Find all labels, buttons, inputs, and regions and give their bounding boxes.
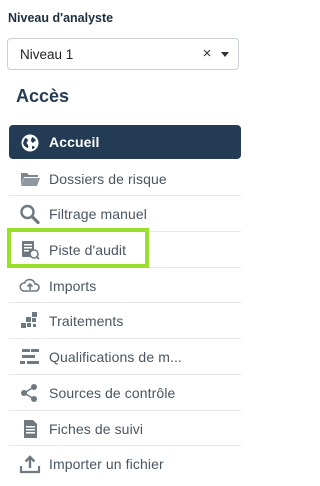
magnifier-icon <box>19 204 41 225</box>
highlight-box <box>7 228 149 268</box>
menu-item-label: Accueil <box>49 134 100 150</box>
cloud-upload-icon <box>19 276 41 296</box>
access-title: Accès <box>16 86 70 106</box>
menu-item-qualifications[interactable]: Qualifications de m... <box>9 339 241 375</box>
menu-item-label: Importer un fichier <box>49 456 164 473</box>
menu-item-label: Dossiers de risque <box>49 170 167 187</box>
menu-item-sources-de-controle[interactable]: Sources de contrôle <box>9 375 241 411</box>
chevron-down-icon[interactable] <box>221 52 229 57</box>
menu-item-imports[interactable]: Imports <box>9 268 241 304</box>
analyst-level-value: Niveau 1 <box>20 47 74 62</box>
analyst-level-select[interactable]: Niveau 1 × <box>7 38 239 70</box>
menu-item-label: Qualifications de m... <box>49 349 182 366</box>
menu-item-label: Fiches de suivi <box>49 420 144 437</box>
qualifications-icon <box>19 347 41 367</box>
menu-item-filtrage-manuel[interactable]: Filtrage manuel <box>9 196 241 233</box>
folder-icon <box>19 169 41 189</box>
upload-tray-icon <box>19 454 41 474</box>
access-menu: Accueil Dossiers de risque Filtrage manu… <box>9 125 241 482</box>
menu-item-importer-un-fichier[interactable]: Importer un fichier <box>9 446 241 482</box>
menu-item-label: Traitements <box>49 313 124 330</box>
document-icon <box>19 419 41 439</box>
menu-item-dossiers-de-risque[interactable]: Dossiers de risque <box>9 161 241 197</box>
analyst-level-label: Niveau d'analyste <box>8 11 114 25</box>
menu-item-fiches-de-suivi[interactable]: Fiches de suivi <box>9 411 241 447</box>
menu-item-traitements[interactable]: Traitements <box>9 303 241 340</box>
menu-item-label: Imports <box>49 277 97 294</box>
menu-item-label: Sources de contrôle <box>49 384 176 401</box>
menu-item-label: Filtrage manuel <box>49 206 147 223</box>
menu-item-accueil[interactable]: Accueil <box>9 125 241 159</box>
clear-icon[interactable]: × <box>201 46 213 62</box>
share-nodes-icon <box>19 383 41 403</box>
processing-blocks-icon <box>19 311 41 331</box>
globe-icon <box>19 133 41 153</box>
